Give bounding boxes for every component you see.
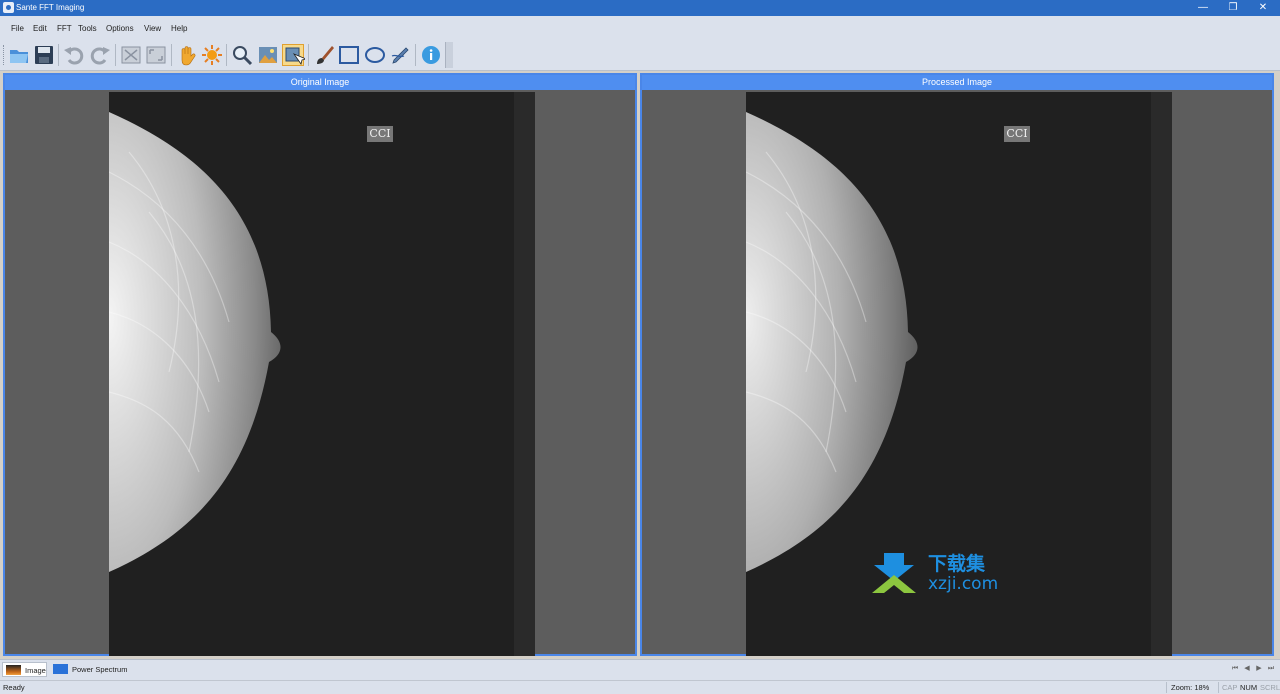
watermark-logo-icon: 下载集 xzji.com xyxy=(872,552,998,594)
scroll-lock-indicator: SCRL xyxy=(1260,683,1280,692)
title-bar: Sante FFT Imaging — ❐ ✕ xyxy=(0,0,1280,16)
tab-power-spectrum[interactable]: Power Spectrum xyxy=(50,662,132,677)
toolbar-separator xyxy=(226,44,227,66)
toolbar-separator xyxy=(415,44,416,66)
ellipse-icon[interactable] xyxy=(364,44,386,66)
original-image-title: Original Image xyxy=(5,75,635,90)
app-icon xyxy=(3,2,14,13)
watermark-cn-text: 下载集 xyxy=(928,552,986,575)
minimize-button[interactable]: — xyxy=(1188,0,1218,16)
nav-first-button[interactable]: ⏮ xyxy=(1231,663,1239,675)
menu-options[interactable]: Options xyxy=(106,24,134,33)
site-watermark: 下载集 xzji.com xyxy=(870,551,1010,595)
actual-size-icon[interactable] xyxy=(145,44,167,66)
close-button[interactable]: ✕ xyxy=(1248,0,1278,16)
toolbar-separator xyxy=(308,44,309,66)
spectrum-tab-icon xyxy=(53,664,68,674)
status-bar: Ready Zoom: 18% CAP NUM SCRL xyxy=(0,680,1280,694)
tab-image[interactable]: Image xyxy=(2,662,47,677)
status-divider xyxy=(1218,682,1219,693)
num-lock-indicator: NUM xyxy=(1240,683,1258,692)
region-select-icon[interactable] xyxy=(282,44,305,66)
status-text: Ready xyxy=(3,683,25,692)
pan-hand-icon[interactable] xyxy=(176,44,198,66)
nav-next-button[interactable]: ▶ xyxy=(1255,663,1263,675)
menu-file[interactable]: File xyxy=(11,24,24,33)
zoom-level: Zoom: 18% xyxy=(1171,683,1210,692)
toolbar-separator xyxy=(115,44,116,66)
toolbar xyxy=(0,40,1280,71)
caps-lock-indicator: CAP xyxy=(1222,683,1238,692)
menu-bar: File Edit FFT Tools Options View Help xyxy=(0,16,1280,40)
nav-prev-button[interactable]: ◀ xyxy=(1243,663,1251,675)
brush-icon[interactable] xyxy=(313,44,335,66)
nav-last-button[interactable]: ⏭ xyxy=(1267,663,1275,675)
watermark-url-text: xzji.com xyxy=(928,574,998,594)
save-icon[interactable] xyxy=(33,44,55,66)
cci-marker: CCI xyxy=(367,126,393,142)
menu-view[interactable]: View xyxy=(144,24,161,33)
workspace: Original Image CCI Processed Image CCI xyxy=(0,71,1280,658)
fit-window-icon[interactable] xyxy=(120,44,142,66)
zoom-icon[interactable] xyxy=(231,44,253,66)
menu-help[interactable]: Help xyxy=(171,24,187,33)
restore-button[interactable]: ❐ xyxy=(1218,0,1248,16)
original-mammogram[interactable]: CCI xyxy=(109,92,535,656)
original-image-pane[interactable]: Original Image CCI xyxy=(3,73,637,656)
cci-marker: CCI xyxy=(1004,126,1030,142)
toolbar-separator xyxy=(58,44,59,66)
toolbar-separator xyxy=(171,44,172,66)
pen-icon[interactable] xyxy=(390,44,412,66)
redo-icon[interactable] xyxy=(89,44,111,66)
mammogram-graphic xyxy=(109,92,535,656)
image-adjust-icon[interactable] xyxy=(257,44,279,66)
menu-edit[interactable]: Edit xyxy=(33,24,47,33)
window-title: Sante FFT Imaging xyxy=(16,3,85,12)
processed-image-title: Processed Image xyxy=(642,75,1272,90)
info-icon[interactable] xyxy=(420,44,442,66)
image-tab-icon xyxy=(6,665,21,675)
rectangle-icon[interactable] xyxy=(338,44,360,66)
open-folder-icon[interactable] xyxy=(8,44,30,66)
toolbar-grip[interactable] xyxy=(3,45,7,65)
brightness-icon[interactable] xyxy=(201,44,223,66)
menu-fft[interactable]: FFT xyxy=(57,24,72,33)
view-tabs: Image Power Spectrum xyxy=(0,659,1280,680)
menu-tools[interactable]: Tools xyxy=(78,24,97,33)
toolbar-overflow[interactable] xyxy=(445,42,453,68)
undo-icon[interactable] xyxy=(63,44,85,66)
status-divider xyxy=(1166,682,1167,693)
